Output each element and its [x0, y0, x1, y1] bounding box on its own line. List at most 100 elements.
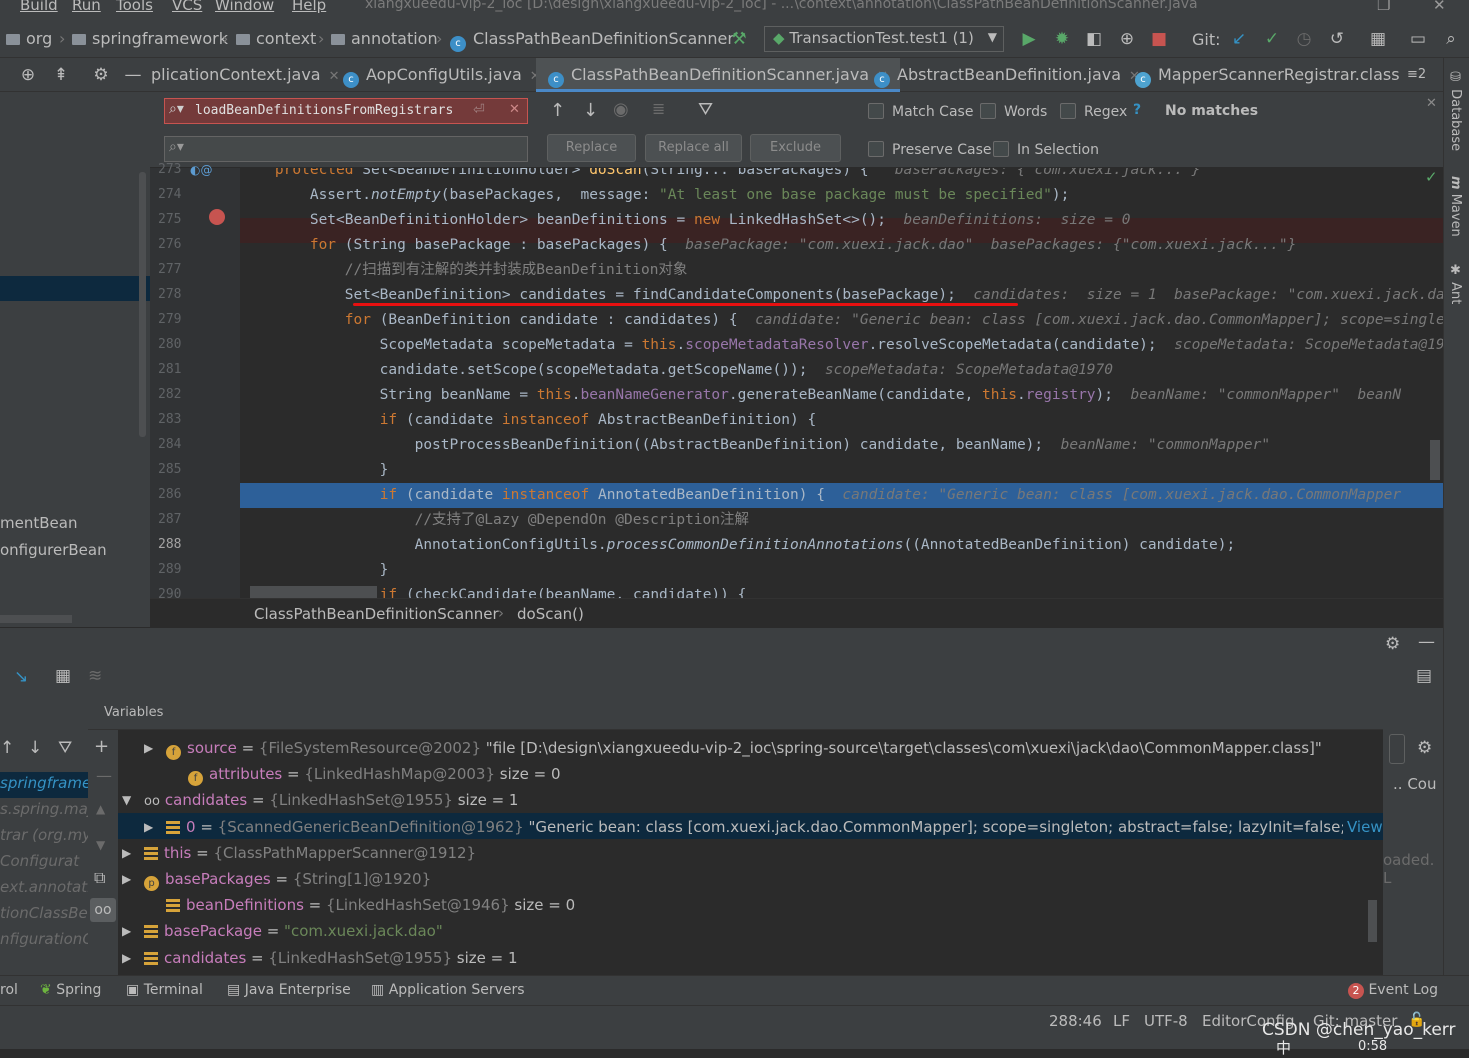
minimize-icon[interactable]: —	[1418, 632, 1435, 652]
breadcrumb-org[interactable]: org	[6, 29, 52, 48]
restore-window-icon[interactable]: ❐	[1377, 0, 1390, 14]
variables-tree[interactable]: ▶ f source = {FileSystemResource@2002} "fi…	[118, 730, 1383, 975]
preserve-case-checkbox[interactable]: Preserve Case	[868, 141, 992, 158]
git-update-icon[interactable]: ↙	[1228, 28, 1250, 50]
maven-tool-button[interactable]: m Maven	[1448, 176, 1463, 237]
java-enterprise-tool-button[interactable]: ▤ Java Enterprise	[227, 982, 351, 998]
close-icon[interactable]: ✕	[329, 69, 340, 84]
variable-row[interactable]: beanDefinitions = {LinkedHashSet@1946} s…	[118, 892, 1383, 918]
close-find-icon[interactable]: ✕	[1426, 96, 1437, 111]
trace-icon[interactable]: ≋	[88, 666, 102, 686]
search-everywhere-icon[interactable]: ⌕	[1440, 28, 1462, 50]
file-encoding[interactable]: UTF-8	[1144, 1012, 1188, 1030]
gear-icon[interactable]: ⚙	[90, 64, 112, 86]
breadcrumb-annotation[interactable]: annotation	[331, 29, 438, 48]
variable-row[interactable]: ▶ 0 = {ScannedGenericBeanDefinition@1962}…	[118, 813, 1383, 840]
variable-row[interactable]: ▶ f source = {FileSystemResource@2002} "fi…	[118, 735, 1383, 761]
expand-arrow-icon[interactable]: ▶	[122, 866, 131, 892]
spring-tool-button[interactable]: ❦ Spring	[40, 982, 101, 998]
multiline-icon[interactable]: ≣	[652, 99, 665, 118]
minimize-icon[interactable]: —	[122, 64, 144, 86]
side-button[interactable]	[1389, 734, 1405, 764]
expand-arrow-icon[interactable]: ▶	[144, 735, 153, 761]
stop-icon[interactable]: ■	[1148, 28, 1170, 50]
replace-button[interactable]: Replace	[547, 134, 636, 162]
ant-tool-button[interactable]: ✱ Ant	[1448, 263, 1463, 304]
terminal-tool-button[interactable]: ▣ Terminal	[126, 982, 203, 998]
variable-row[interactable]: ▶ this = {ClassPathMapperScanner@1912}	[118, 840, 1383, 866]
tree-item[interactable]: onfigurerBean	[0, 541, 107, 559]
tab-abstract-bean-definition[interactable]: cAbstractBeanDefinition.java✕	[874, 58, 1140, 92]
application-servers-tool-button[interactable]: ▥ Application Servers	[371, 982, 525, 998]
variable-row[interactable]: ▼ oo candidates = {LinkedHashSet@1955} siz…	[118, 787, 1383, 813]
menu-vcs[interactable]: VCS	[172, 0, 202, 14]
select-all-occurrences-icon[interactable]: ◉	[613, 99, 629, 120]
editor-scrollbar[interactable]	[1430, 440, 1440, 480]
run-icon[interactable]: ▶	[1018, 28, 1040, 50]
project-structure-icon[interactable]: ▦	[1367, 28, 1389, 50]
breadcrumb-context[interactable]: context	[236, 29, 316, 48]
move-up-icon[interactable]: ▲	[96, 802, 105, 816]
match-case-checkbox[interactable]: Match Case	[868, 103, 973, 120]
expand-arrow-icon[interactable]: ▶	[122, 840, 131, 866]
selected-tree-row[interactable]	[0, 276, 150, 301]
tool-window-control[interactable]: rol	[0, 982, 18, 998]
variable-row[interactable]: ▶ candidates = {LinkedHashSet@1955} size …	[118, 945, 1383, 971]
in-selection-checkbox[interactable]: In Selection	[993, 141, 1099, 158]
clear-icon[interactable]: ✕	[509, 102, 520, 117]
caret-position[interactable]: 288:46	[1049, 1012, 1102, 1030]
breakpoint-icon[interactable]	[209, 209, 225, 225]
stack-frame[interactable]: s.spring.maj	[0, 800, 88, 818]
menu-build[interactable]: Build	[20, 0, 58, 14]
filter-icon[interactable]: ⛛	[58, 738, 72, 758]
evaluate-expression-icon[interactable]: ▦	[55, 666, 71, 686]
remove-watch-icon[interactable]: —	[96, 766, 112, 785]
run-config-select[interactable]: ◆ TransactionTest.test1 (1) ▼	[764, 26, 1004, 52]
move-down-icon[interactable]: ▼	[96, 838, 105, 852]
menu-window[interactable]: Window	[215, 0, 274, 14]
breadcrumb-springframework[interactable]: springframework	[72, 29, 228, 48]
tab-application-context[interactable]: plicationContext.java ✕	[151, 58, 340, 92]
up-arrow-icon[interactable]: ↑	[0, 738, 14, 758]
implementation-icon[interactable]: ◐@	[190, 163, 212, 177]
expand-arrow-icon[interactable]: ▶	[144, 814, 153, 840]
view-link[interactable]: View	[1343, 813, 1383, 840]
profile-icon[interactable]: ⊕	[1116, 28, 1138, 50]
down-arrow-icon[interactable]: ↓	[28, 738, 42, 758]
gear-icon[interactable]: ⚙	[1385, 634, 1400, 654]
stack-frame[interactable]: trar (org.my	[0, 826, 88, 844]
presentation-icon[interactable]: ▭	[1407, 28, 1429, 50]
git-commit-icon[interactable]: ✓	[1261, 28, 1283, 50]
scrollbar[interactable]	[139, 172, 146, 437]
git-rollback-icon[interactable]: ↺	[1326, 28, 1348, 50]
stack-frame[interactable]: ext.annotati	[0, 878, 88, 896]
event-log-button[interactable]: 2 Event Log	[1348, 982, 1438, 999]
code-editor[interactable]: protected Set<BeanDefinitionHolder> doSc…	[240, 168, 1443, 598]
tab-mapper-scanner-registrar[interactable]: c MapperScannerRegistrar.class	[1135, 58, 1400, 92]
collapse-arrow-icon[interactable]: ▼	[122, 787, 131, 813]
variable-row[interactable]: ▶ basePackage = "com.xuexi.jack.dao"	[118, 918, 1383, 944]
tab-overflow[interactable]: ≡2	[1407, 67, 1426, 82]
new-line-icon[interactable]: ⏎	[473, 102, 485, 118]
regex-help-link[interactable]: ?	[1133, 102, 1141, 118]
expand-arrow-icon[interactable]: ▶	[122, 945, 131, 971]
words-checkbox[interactable]: Words	[980, 103, 1047, 120]
collapse-icon[interactable]: ⇞	[50, 64, 72, 86]
replace-input[interactable]: ⌕▾	[164, 136, 528, 162]
copy-icon[interactable]: ⧉	[94, 868, 105, 888]
breadcrumb-class[interactable]: c ClassPathBeanDefinitionScanner	[450, 29, 734, 52]
tree-item[interactable]: mentBean	[0, 514, 77, 532]
menu-run[interactable]: Run	[72, 0, 101, 14]
debug-icon[interactable]: ✹	[1051, 28, 1073, 50]
stack-frame[interactable]: tionClassBe	[0, 904, 88, 922]
layout-icon[interactable]: ▤	[1416, 666, 1432, 686]
build-hammer-icon[interactable]: ⚒	[728, 28, 750, 50]
stack-frame[interactable]: springframe	[0, 774, 88, 792]
coverage-icon[interactable]: ◧	[1083, 28, 1105, 50]
exclude-button[interactable]: Exclude	[750, 134, 841, 162]
add-watch-icon[interactable]: +	[94, 736, 109, 757]
next-occurrence-icon[interactable]: ↓	[583, 100, 598, 121]
database-tool-button[interactable]: ⛁ Database	[1448, 70, 1463, 151]
variable-row[interactable]: f attributes = {LinkedHashMap@2003} size …	[118, 761, 1383, 787]
line-separator[interactable]: LF	[1113, 1012, 1130, 1030]
